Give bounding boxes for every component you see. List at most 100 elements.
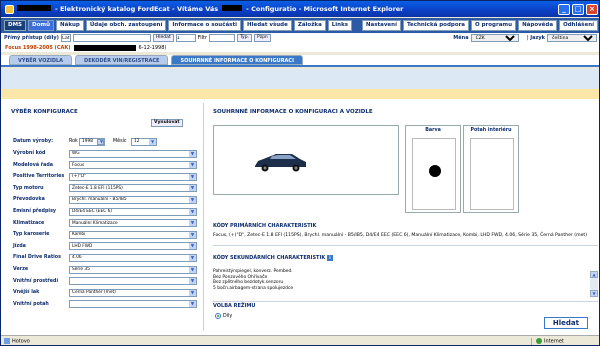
month-select[interactable]: 12 ▼ (131, 137, 157, 146)
ie-icon (5, 4, 14, 14)
config-field-label: Emisní předpisy (13, 209, 57, 214)
radio-selected-icon[interactable] (215, 313, 221, 319)
config-field-value: Kombi (72, 232, 86, 238)
config-field-select[interactable]: Focus ▼ (69, 161, 197, 170)
config-field-row: Jízda LHD FWD ▼ (13, 242, 197, 251)
config-field-label: Typ motoru (13, 185, 44, 191)
secondary-code-item: 5 bočn.airbagem-strana spolujezdce (213, 285, 294, 291)
nav-about[interactable]: O programu (471, 20, 517, 31)
tab-vin-decoder[interactable]: DEKODÉR VIN/REGISTRACE (75, 55, 169, 65)
config-field-select[interactable]: Černá Panther (met) ▼ (69, 288, 197, 297)
nav-settings[interactable]: Nastavení (361, 20, 401, 31)
language-select[interactable]: čeština (547, 34, 597, 42)
filter-input[interactable] (209, 34, 235, 42)
config-field-select[interactable]: D4/E4 EEC (EEC 6) ▼ (69, 207, 197, 216)
dms-logo[interactable]: DMS (4, 20, 26, 31)
page-field[interactable] (175, 34, 196, 42)
top-navigation: DMS Domů Nákup Údaje obch. zastoupení In… (1, 18, 599, 33)
quick-access-input[interactable] (72, 34, 151, 42)
nav-purchase[interactable]: Nákup (56, 20, 84, 31)
filter-pill-2[interactable]: Pzpn (254, 34, 271, 42)
config-field-select[interactable]: ▼ (69, 277, 197, 286)
browser-window: - Elektronický katalog FordEcat - Vítáme… (0, 0, 600, 346)
nav-search-all[interactable]: Hledat všude (242, 20, 292, 31)
chevron-down-icon[interactable]: ▼ (189, 231, 196, 238)
config-field-select[interactable]: Zetec-E 1.8 EFI (115PS) ▼ (69, 184, 197, 193)
status-bar: Hotovo Internet (1, 335, 599, 345)
nav-bookmark[interactable]: Záložka (293, 20, 326, 31)
chevron-down-icon[interactable]: ▼ (189, 173, 196, 180)
chevron-down-icon[interactable]: ▼ (189, 289, 196, 296)
config-field-select[interactable]: Kombi ▼ (69, 230, 197, 239)
title-bar: - Elektronický katalog FordEcat - Vítáme… (1, 1, 599, 17)
config-field-row: Typ karoserie Kombi ▼ (13, 230, 197, 239)
config-field-value: WG (72, 151, 80, 156)
config-field-value: Focus (72, 162, 85, 168)
search-button[interactable]: Hledat (543, 317, 588, 329)
quick-search-button[interactable]: Hledat (152, 34, 174, 42)
config-field-row: Klimatizace Manuální Klimatizace ▼ (13, 219, 197, 228)
secondary-codes-list: Pahreistýrspiegel, konverz. Pembed. Bez P… (213, 269, 598, 299)
nav-logout[interactable]: Odhlášení (559, 20, 598, 31)
config-field-label: Jízda (13, 243, 26, 249)
chevron-down-icon[interactable]: ▼ (189, 208, 196, 215)
chevron-down-icon[interactable]: ▼ (189, 301, 196, 308)
chevron-down-icon[interactable]: ▼ (189, 266, 196, 273)
mode-option-parts[interactable]: Díly (215, 313, 232, 319)
secondary-scrollbar[interactable]: ▲ ▼ (590, 271, 598, 297)
scroll-down-icon[interactable]: ▼ (590, 290, 598, 297)
scroll-up-icon[interactable]: ▲ (590, 271, 598, 278)
tab-vehicle-selection[interactable]: VÝBĚR VOZIDLA (9, 55, 73, 65)
currency-select[interactable]: CZK (470, 34, 519, 42)
window-title: - Elektronický katalog FordEcat - Vítáme… (17, 5, 558, 13)
chevron-down-icon[interactable]: ▼ (189, 150, 196, 157)
config-field-value: Série 35 (72, 267, 90, 272)
chevron-down-icon[interactable]: ▼ (189, 243, 196, 250)
config-field-label: Positive Territories (13, 174, 65, 180)
config-field-select[interactable]: Manuální Klimatizace ▼ (69, 219, 197, 228)
maximize-button[interactable]: □ (572, 3, 584, 15)
chevron-down-icon[interactable]: ▼ (189, 220, 196, 227)
nav-home[interactable]: Domů (28, 20, 54, 31)
reset-button[interactable]: Vynulovat (151, 119, 183, 127)
config-field-value: Manuální Klimatizace (72, 220, 118, 226)
config-field-select[interactable]: Série 35 ▼ (69, 265, 197, 274)
config-field-select[interactable]: ▼ (69, 300, 197, 309)
tab-config-summary[interactable]: SOUHRNNÉ INFORMACE O KONFIGURACI (171, 55, 303, 65)
info-icon[interactable]: i (326, 255, 333, 261)
nav-dealer-data[interactable]: Údaje obch. zastoupení (85, 20, 167, 31)
chevron-down-icon[interactable]: ▼ (189, 254, 196, 261)
nav-part-info[interactable]: Informace o součásti (168, 20, 241, 31)
nav-links[interactable]: Links (327, 20, 353, 31)
secondary-codes-heading: KÓDY SEKUNDÁRNÍCH CHARAKTERISTIK i (213, 255, 333, 261)
chevron-down-icon[interactable]: ▼ (189, 196, 196, 203)
config-field-value: D4/E4 EEC (EEC 6) (72, 209, 112, 214)
nav-tech-support[interactable]: Technická podpora (402, 20, 470, 31)
chevron-down-icon[interactable]: ▼ (189, 185, 196, 192)
config-field-row: Vnější lak Černá Panther (met) ▼ (13, 288, 197, 297)
chevron-down-icon[interactable]: ▼ (189, 162, 196, 169)
config-field-row: Vnitřní prostředí ▼ (13, 277, 197, 286)
filter-pill-1[interactable]: Týp. (237, 34, 252, 42)
config-field-label: Modelová řada (13, 162, 54, 168)
config-panel: VÝBĚR KONFIGURACE Vynulovat Datum výroby… (11, 109, 197, 331)
close-button[interactable]: × (586, 3, 598, 15)
nav-help[interactable]: Nápověda (518, 20, 558, 31)
config-field-select[interactable]: 4.06 ▼ (69, 253, 197, 262)
config-field-value: Brychl. manuální - B5/IB5 (72, 197, 127, 203)
quick-access-type[interactable] (60, 34, 71, 42)
config-field-select[interactable]: Brychl. manuální - B5/IB5 ▼ (69, 195, 197, 204)
year-select[interactable]: 1998 ▼ (79, 137, 105, 146)
config-field-label: Vnitřní prostředí (13, 278, 59, 284)
minimize-button[interactable]: _ (558, 3, 570, 15)
config-field-row: Vnitřní potah ▼ (13, 300, 197, 309)
config-field-value: 4.06 (72, 255, 82, 261)
config-field-row: Typ motoru Zetec-E 1.8 EFI (115PS) ▼ (13, 184, 197, 193)
config-field-select[interactable]: WG ▼ (69, 149, 197, 158)
interior-box: Potah interiéru (463, 125, 519, 213)
config-field-select[interactable]: LHD FWD ▼ (69, 242, 197, 251)
filter-label: Filtr (197, 35, 207, 41)
config-field-select[interactable]: (+)"D" ▼ (69, 172, 197, 181)
chevron-down-icon[interactable]: ▼ (189, 278, 196, 285)
config-field-label: Typ karoserie (13, 232, 50, 238)
